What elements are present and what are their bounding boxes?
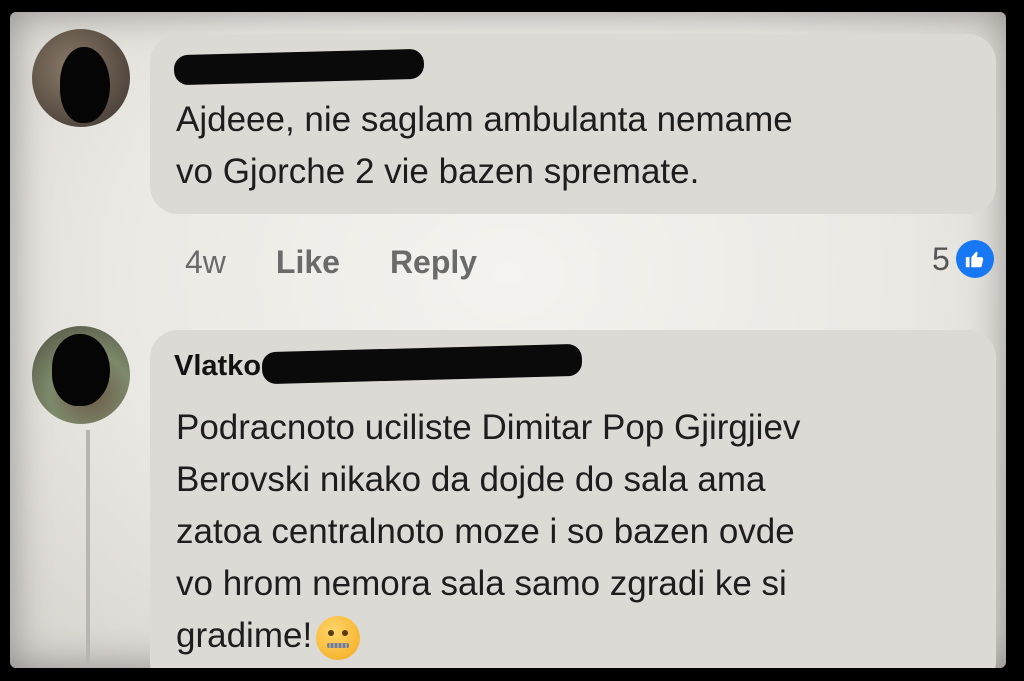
reaction-summary[interactable]: 5 (932, 240, 994, 278)
comment-2-bubble: Vlatko Podracnoto uciliste Dimitar Pop G… (150, 330, 996, 668)
comment-1-time: 4w (185, 244, 226, 280)
comment-2-text: Podracnoto uciliste Dimitar Pop Gjirgjie… (176, 402, 800, 662)
comment-thread: Ajdeee, nie saglam ambulanta nemame vo G… (10, 12, 1006, 668)
thread-line (86, 430, 90, 668)
zipper-mouth-face-icon (316, 615, 361, 660)
commenter-2-avatar[interactable] (32, 326, 130, 424)
comment-1-actions: 4w Like Reply (185, 244, 477, 281)
redacted-name-1 (173, 48, 425, 86)
redacted-name-2 (261, 343, 583, 385)
commenter-2-name[interactable]: Vlatko (174, 350, 261, 383)
comment-1-text: Ajdeee, nie saglam ambulanta nemame vo G… (176, 100, 793, 191)
thumbs-up-icon (955, 240, 994, 278)
reply-button[interactable]: Reply (390, 244, 477, 281)
commenter-1-avatar[interactable] (32, 29, 130, 127)
like-button[interactable]: Like (276, 244, 340, 281)
reaction-count: 5 (932, 240, 950, 277)
comment-1-bubble: Ajdeee, nie saglam ambulanta nemame vo G… (150, 34, 996, 214)
